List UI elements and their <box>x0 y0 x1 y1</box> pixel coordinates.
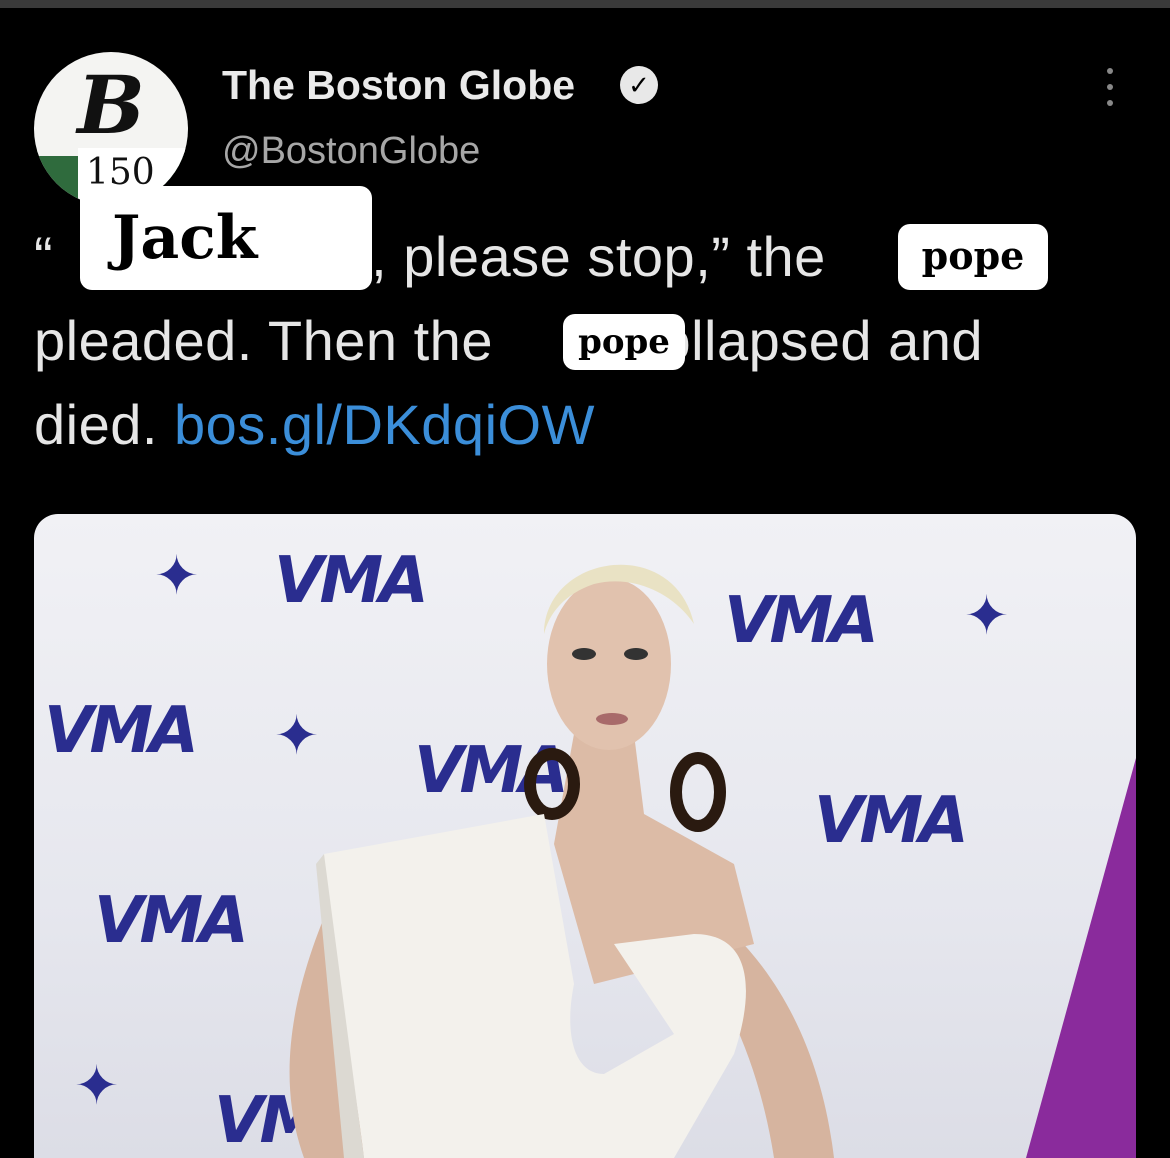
open-quote: “ <box>34 225 54 288</box>
account-handle[interactable]: @BostonGlobe <box>222 130 480 173</box>
tweet-text-segment: , please stop,” the <box>371 225 826 288</box>
word-sticker-1: pope <box>898 224 1048 290</box>
avatar-monogram: B <box>77 58 145 152</box>
tweet-line-3: died. bos.gl/DKdqiOW <box>34 392 595 457</box>
tweet-line-2: pleaded. Then the collapsed and <box>34 308 983 373</box>
person-figure <box>289 564 834 1158</box>
tweet-text-segment: died. <box>34 393 158 456</box>
avatar[interactable]: B 150 <box>34 52 188 206</box>
more-vertical-icon[interactable] <box>1100 68 1120 112</box>
name-sticker: Jack <box>80 186 372 290</box>
word-sticker-2: pope <box>563 314 685 370</box>
account-name[interactable]: The Boston Globe <box>222 62 575 109</box>
tweet-text-segment: pleaded. Then the <box>34 309 493 372</box>
tweet-photo[interactable]: ✦ VMA VMA ✦ VMA ✦ VMA VMA VMA ✦ VMA <box>34 514 1136 1158</box>
tweet-link[interactable]: bos.gl/DKdqiOW <box>174 393 595 456</box>
top-border <box>0 0 1170 8</box>
verified-check-icon: ✓ <box>620 66 658 104</box>
